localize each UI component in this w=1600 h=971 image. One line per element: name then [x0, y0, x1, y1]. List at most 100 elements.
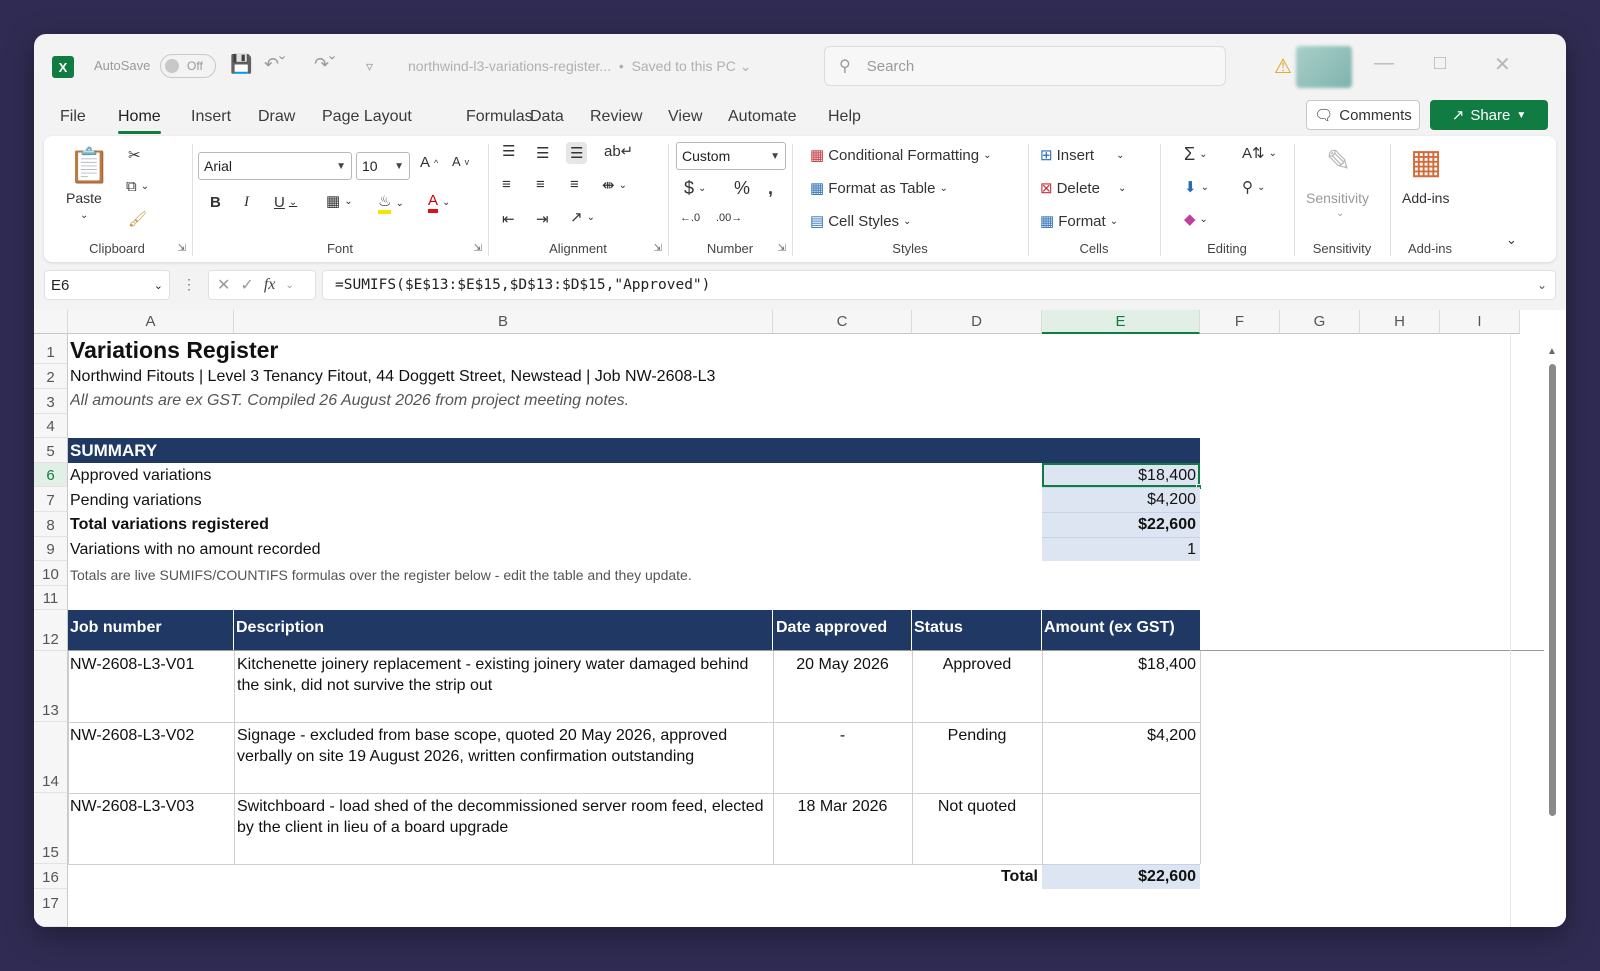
italic-icon[interactable]: I: [244, 194, 249, 211]
insert-function-icon[interactable]: fx: [264, 276, 276, 294]
delete-cells-button[interactable]: ⊠ Delete ⌄: [1040, 179, 1126, 198]
scrollbar-thumb[interactable]: [1549, 364, 1556, 816]
tab-file[interactable]: File: [60, 108, 86, 126]
currency-icon[interactable]: $ ⌄: [684, 178, 706, 199]
merge-center-icon[interactable]: ⇼ ⌄: [602, 176, 627, 194]
maximize-icon[interactable]: □: [1434, 52, 1446, 75]
row-header-2[interactable]: 2: [34, 364, 68, 389]
name-box[interactable]: E6 ⌄: [44, 270, 170, 300]
summary-value[interactable]: $22,600: [1042, 512, 1200, 537]
row-header-15[interactable]: 15: [34, 793, 68, 864]
save-icon[interactable]: 💾: [230, 54, 252, 75]
paste-icon[interactable]: 📋: [68, 146, 110, 186]
paste-button[interactable]: Paste: [66, 190, 102, 206]
column-header-f[interactable]: F: [1200, 310, 1280, 334]
tab-help[interactable]: Help: [828, 108, 861, 126]
row-header-14[interactable]: 14: [34, 722, 68, 793]
minimize-icon[interactable]: —: [1374, 52, 1394, 75]
column-header-d[interactable]: D: [912, 310, 1042, 334]
row-header-8[interactable]: 8: [34, 512, 68, 537]
row-header-12[interactable]: 12: [34, 610, 68, 651]
summary-value-selected[interactable]: $18,400: [1042, 463, 1200, 487]
bold-icon[interactable]: B: [210, 194, 221, 211]
align-center-icon[interactable]: ≡: [536, 176, 545, 193]
font-size-select[interactable]: 10 ▼: [356, 152, 410, 180]
wrap-text-icon[interactable]: ab↵: [604, 142, 633, 160]
decrease-font-size-icon[interactable]: Av: [452, 154, 469, 169]
chevron-down-icon[interactable]: ⌄: [80, 210, 88, 221]
tab-page-layout[interactable]: Page Layout: [322, 108, 412, 126]
select-all-corner[interactable]: [34, 310, 68, 334]
cell-styles-button[interactable]: ▤ Cell Styles ⌄: [810, 212, 911, 231]
table-cell-amount[interactable]: $18,400: [1042, 654, 1196, 675]
addins-button[interactable]: Add-ins: [1402, 190, 1449, 206]
more-options-icon[interactable]: ⋮: [182, 276, 196, 293]
comma-style-icon[interactable]: ,: [768, 178, 773, 199]
comments-button[interactable]: 🗨 Comments: [1306, 100, 1420, 130]
autosum-icon[interactable]: Σ ⌄: [1184, 144, 1208, 165]
table-cell-amount[interactable]: $4,200: [1042, 725, 1196, 746]
row-header-1[interactable]: 1: [34, 334, 68, 364]
column-header-h[interactable]: H: [1360, 310, 1440, 334]
column-header-i[interactable]: I: [1440, 310, 1520, 334]
sensitivity-icon[interactable]: ✎: [1326, 144, 1351, 179]
align-left-icon[interactable]: ≡: [502, 176, 511, 193]
table-cell-status[interactable]: Not quoted: [912, 796, 1042, 817]
tab-home[interactable]: Home: [118, 108, 161, 134]
font-name-select[interactable]: Arial ▼: [198, 152, 352, 180]
dialog-launcher-icon[interactable]: ⇲: [778, 243, 786, 254]
table-cell-job[interactable]: NW-2608-L3-V02: [70, 725, 230, 746]
avatar[interactable]: [1296, 46, 1352, 88]
underline-icon[interactable]: U ⌄: [274, 194, 297, 211]
bottom-align-icon[interactable]: ☰: [566, 142, 588, 164]
row-header-13[interactable]: 13: [34, 651, 68, 722]
sensitivity-button[interactable]: Sensitivity: [1306, 190, 1369, 206]
insert-cells-button[interactable]: ⊞ Insert ⌄: [1040, 146, 1124, 165]
table-cell-date[interactable]: 20 May 2026: [773, 654, 912, 675]
total-value[interactable]: $22,600: [1042, 864, 1200, 889]
format-cells-button[interactable]: ▦ Format ⌄: [1040, 212, 1118, 231]
cut-icon[interactable]: ✂: [128, 146, 141, 164]
table-cell-description[interactable]: Switchboard - load shed of the decommiss…: [237, 796, 771, 838]
row-header-10[interactable]: 10: [34, 561, 68, 586]
table-cell-job[interactable]: NW-2608-L3-V01: [70, 654, 230, 675]
row-header-3[interactable]: 3: [34, 389, 68, 414]
table-cell-job[interactable]: NW-2608-L3-V03: [70, 796, 230, 817]
find-select-icon[interactable]: ⚲ ⌄: [1242, 178, 1265, 196]
tab-insert[interactable]: Insert: [191, 108, 231, 126]
row-header-17[interactable]: 17: [34, 889, 68, 927]
document-title[interactable]: northwind-l3-variations-register... • Sa…: [408, 58, 751, 75]
fill-color-icon[interactable]: ♨ ⌄: [378, 192, 404, 214]
addins-icon[interactable]: ▦: [1410, 142, 1442, 182]
close-icon[interactable]: ✕: [1494, 52, 1511, 77]
worksheet-grid[interactable]: A B C D E F G H I 1 2 3 4 5 6 7 8 9 10 1…: [34, 310, 1566, 927]
customize-toolbar-icon[interactable]: ▿: [366, 58, 373, 75]
format-as-table-button[interactable]: ▦ Format as Table ⌄: [810, 179, 948, 198]
collapse-ribbon-icon[interactable]: ⌄: [1506, 232, 1517, 248]
decrease-decimal-icon[interactable]: .00→: [716, 212, 742, 224]
dialog-launcher-icon[interactable]: ⇲: [654, 243, 662, 254]
row-header-4[interactable]: 4: [34, 414, 68, 438]
expand-formula-icon[interactable]: ⌄: [1537, 278, 1547, 292]
row-header-16[interactable]: 16: [34, 864, 68, 889]
column-header-e[interactable]: E: [1042, 310, 1200, 334]
row-header-7[interactable]: 7: [34, 487, 68, 512]
tab-data[interactable]: Data: [530, 108, 564, 126]
middle-align-icon[interactable]: ☰: [536, 144, 549, 162]
vertical-scrollbar[interactable]: ▲: [1546, 346, 1558, 926]
row-header-11[interactable]: 11: [34, 586, 68, 610]
dialog-launcher-icon[interactable]: ⇲: [474, 243, 482, 254]
column-header-b[interactable]: B: [234, 310, 773, 334]
summary-value[interactable]: $4,200: [1042, 487, 1200, 512]
column-header-c[interactable]: C: [773, 310, 912, 334]
redo-icon[interactable]: ↷ˇ: [314, 54, 335, 75]
increase-decimal-icon[interactable]: ←.0: [680, 212, 700, 224]
scroll-up-icon[interactable]: ▲: [1547, 346, 1557, 357]
top-align-icon[interactable]: ☰: [502, 142, 515, 160]
column-header-a[interactable]: A: [68, 310, 234, 334]
fill-icon[interactable]: ⬇ ⌄: [1184, 178, 1209, 196]
enter-icon[interactable]: ✓: [240, 275, 253, 295]
cancel-icon[interactable]: ✕: [217, 275, 230, 295]
clear-icon[interactable]: ◆ ⌄: [1184, 210, 1208, 228]
table-cell-description[interactable]: Signage - excluded from base scope, quot…: [237, 725, 771, 767]
